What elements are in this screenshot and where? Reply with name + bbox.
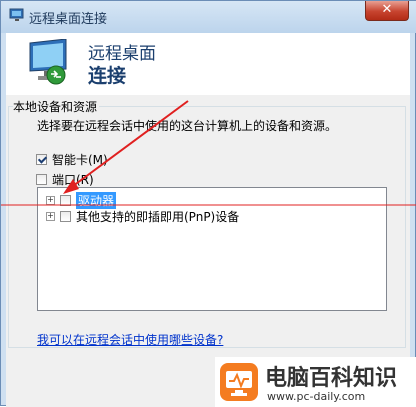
smart-card-checkbox[interactable] bbox=[36, 154, 47, 165]
ports-checkbox[interactable] bbox=[36, 174, 47, 185]
close-button[interactable]: ✕ bbox=[365, 1, 409, 21]
brand-url: www.pc-daily.com bbox=[267, 390, 366, 403]
section-description: 选择要在远程会话中使用的这台计算机上的设备和资源。 bbox=[37, 119, 338, 133]
ports-label: 端口(R) bbox=[52, 173, 94, 187]
monitor-connection-icon bbox=[29, 39, 67, 85]
brand-name: 电脑百科知识 bbox=[265, 366, 398, 391]
smart-card-label: 智能卡(M) bbox=[52, 153, 108, 167]
remote-desktop-icon bbox=[9, 8, 24, 21]
help-link[interactable]: 我可以在远程会话中使用哪些设备? bbox=[37, 331, 223, 348]
header-banner: 远程桌面 连接 bbox=[6, 33, 410, 95]
window-title: 远程桌面连接 bbox=[29, 12, 108, 27]
remote-desktop-window: 远程桌面连接 ✕ 远程桌面 连接 本地设备和资源 选择要在远程会话中使用的这台计… bbox=[0, 0, 416, 407]
watermark-brand: 电脑百科知识 www.pc-daily.com bbox=[215, 357, 416, 407]
pnp-devices-label: 其他支持的即插即用(PnP)设备 bbox=[76, 210, 240, 224]
title-bar[interactable]: 远程桌面连接 ✕ bbox=[1, 1, 416, 33]
device-tree[interactable]: + 驱动器 + 其他支持的即插即用(PnP)设备 bbox=[37, 187, 387, 311]
expand-icon[interactable]: + bbox=[46, 212, 55, 221]
section-title: 本地设备和资源 bbox=[13, 98, 100, 115]
ports-option[interactable]: 端口(R) bbox=[36, 171, 94, 188]
drives-label: 驱动器 bbox=[76, 192, 117, 209]
smart-card-option[interactable]: 智能卡(M) bbox=[36, 151, 108, 168]
pc-daily-logo-icon bbox=[220, 363, 258, 401]
header-title-line2: 连接 bbox=[88, 65, 127, 87]
tree-item-drives[interactable]: + 驱动器 bbox=[46, 192, 117, 209]
drives-checkbox[interactable] bbox=[60, 195, 71, 206]
pnp-devices-checkbox[interactable] bbox=[60, 211, 71, 222]
expand-icon[interactable]: + bbox=[46, 196, 55, 205]
tree-item-pnp-devices[interactable]: + 其他支持的即插即用(PnP)设备 bbox=[46, 208, 239, 225]
close-icon: ✕ bbox=[381, 2, 393, 17]
